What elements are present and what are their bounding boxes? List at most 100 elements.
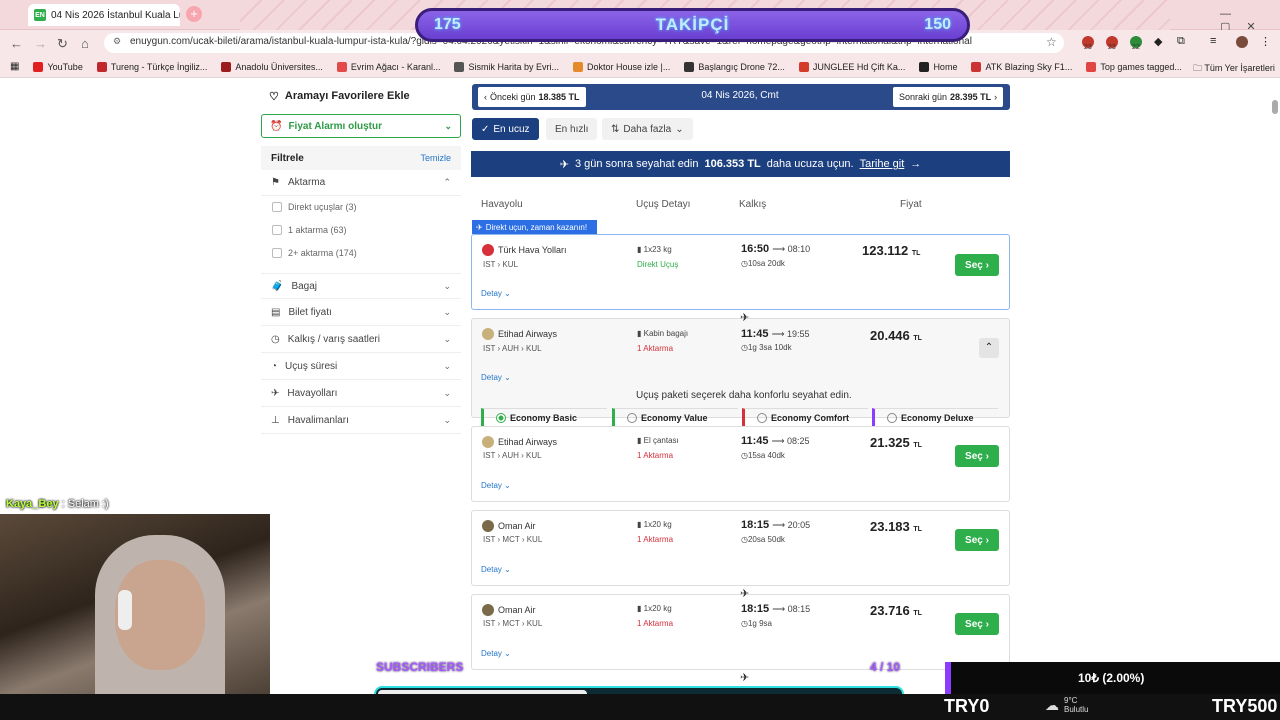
filter-section-duration[interactable]: ◔ Uçuş süresi ⌄: [261, 354, 461, 380]
select-button[interactable]: Seç ›: [955, 529, 999, 551]
bag-icon: ▮: [637, 436, 642, 445]
luggage-icon: ▮: [637, 604, 642, 613]
donation-goal-fill: [945, 662, 951, 694]
bookmark-item[interactable]: Doktor House izle |...: [572, 61, 670, 72]
profile-avatar[interactable]: [1236, 36, 1248, 48]
price-alarm-button[interactable]: ⏰ Fiyat Alarmı oluştur ⌄: [261, 114, 461, 138]
site-info-icon[interactable]: ⚙: [113, 36, 121, 47]
airline-name: Etihad Airways: [482, 436, 557, 448]
extension-icon[interactable]: ◆: [1154, 35, 1162, 48]
detail-toggle[interactable]: Detay ⌄: [481, 481, 511, 490]
clear-filters-link[interactable]: Temizle: [420, 153, 451, 163]
route: IST › AUH › KUL: [483, 344, 542, 353]
runway-icon: ⊥: [271, 415, 280, 426]
luggage-icon: 🧳: [271, 280, 284, 292]
price: 20.446 TL: [870, 328, 922, 343]
sort-more[interactable]: ⇅ Daha fazla ⌄: [602, 118, 693, 140]
airline-logo-icon: [482, 604, 494, 616]
filter-section-airports[interactable]: ⊥ Havalimanları ⌄: [261, 408, 461, 434]
filter-section-airlines[interactable]: ✈ Havayolları ⌄: [261, 381, 461, 407]
all-bookmarks[interactable]: 🗀 Tüm Yer İşaretleri: [1193, 61, 1275, 77]
filter-section-price[interactable]: ▤ Bilet fiyatı ⌄: [261, 300, 461, 326]
apps-grid-icon[interactable]: ▦: [10, 61, 19, 72]
plane-divider-icon: ✈: [740, 312, 750, 324]
menu-list-icon[interactable]: ≡: [1210, 35, 1216, 47]
selected-date: 04 Nis 2026, Cmt: [701, 90, 779, 101]
baggage: ▮ 1x20 kg: [637, 520, 672, 529]
reload-icon[interactable]: ↻: [57, 36, 68, 52]
previous-day-button[interactable]: ‹ Önceki gün 18.385 TL: [478, 87, 586, 107]
package-option-basic[interactable]: Economy Basic: [481, 408, 607, 426]
timer-icon: ◔: [271, 361, 278, 372]
col-detail: Uçuş Detayı: [636, 199, 691, 210]
filter-option-2-stops[interactable]: 2+ aktarma (174): [272, 248, 357, 258]
chevron-down-icon: ⌄: [675, 123, 684, 135]
bookmarks-bar: ▦ YouTube Tureng - Türkçe İngiliz... Ana…: [0, 56, 1280, 78]
filter-section-times[interactable]: ◷ Kalkış / varış saatleri ⌄: [261, 327, 461, 353]
stops: 1 Aktarma: [637, 451, 674, 460]
package-option-deluxe[interactable]: Economy Deluxe: [872, 408, 998, 426]
duration: ◷20sa 50dk: [741, 535, 785, 544]
next-day-button[interactable]: Sonraki gün 28.395 TL ›: [893, 87, 1004, 107]
extensions-puzzle-icon[interactable]: ⧉: [1177, 35, 1185, 48]
bookmark-item[interactable]: Top games tagged...: [1086, 61, 1182, 72]
stops: 1 Aktarma: [637, 344, 674, 353]
browser-tab[interactable]: EN 04 Nis 2026 İstanbul Kuala Lumpur ✕: [28, 4, 180, 26]
detail-toggle[interactable]: Detay ⌄: [481, 289, 511, 298]
filter-option-direct[interactable]: Direkt uçuşlar (3): [272, 202, 357, 212]
back-icon[interactable]: ←: [10, 36, 23, 51]
sort-cheapest[interactable]: ✓ En ucuz: [472, 118, 539, 140]
more-menu-icon[interactable]: ⋮: [1260, 35, 1271, 48]
bookmark-item[interactable]: Home: [919, 61, 957, 72]
bookmark-item[interactable]: Anadolu Üniversites...: [221, 61, 323, 72]
airline-logo-icon: [482, 520, 494, 532]
donation-min-label: TRY0: [944, 696, 990, 716]
detail-toggle[interactable]: Detay ⌄: [481, 565, 511, 574]
collapse-chevron-up-icon[interactable]: ⌃: [979, 338, 999, 358]
bookmark-item[interactable]: ATK Blazing Sky F1...: [971, 61, 1072, 72]
flight-times: 18:15 ⟶ 20:05: [741, 519, 811, 531]
col-airline: Havayolu: [481, 199, 523, 210]
plane-divider-icon: ✈: [740, 672, 750, 684]
chevron-down-icon: ⌄: [443, 307, 451, 317]
bookmark-item[interactable]: Başlangıç Drone 72...: [684, 61, 785, 72]
bookmark-item[interactable]: Evrim Ağacı - Karanl...: [336, 61, 440, 72]
add-favorite-button[interactable]: ♡ Aramayı Favorilere Ekle: [261, 84, 461, 108]
bookmark-item[interactable]: Sismik Harita by Evri...: [454, 61, 559, 72]
bookmark-item[interactable]: YouTube: [33, 61, 83, 72]
extension-badge: 22: [1132, 44, 1140, 51]
clock-icon: ◷: [271, 334, 280, 345]
sort-fastest[interactable]: En hızlı: [546, 118, 598, 140]
detail-toggle[interactable]: Detay ⌄: [481, 373, 511, 382]
filter-title: Filtrele: [271, 152, 304, 164]
go-to-date-link[interactable]: Tarihe git: [860, 158, 905, 170]
bookmark-star-icon[interactable]: ☆: [1046, 35, 1057, 49]
airline-name: Oman Air: [482, 604, 536, 616]
luggage-icon: ▮: [637, 520, 642, 529]
select-button[interactable]: Seç ›: [955, 445, 999, 467]
home-icon[interactable]: ⌂: [81, 36, 89, 51]
route: IST › KUL: [483, 260, 518, 269]
select-button[interactable]: Seç ›: [955, 254, 999, 276]
chevron-down-icon: ⌄: [444, 120, 452, 131]
bookmark-item[interactable]: JUNGLEE Hd Çift Ka...: [798, 61, 905, 72]
stops: Direkt Uçuş: [637, 260, 679, 269]
package-option-value[interactable]: Economy Value: [612, 408, 738, 426]
filter-option-1-stop[interactable]: 1 aktarma (63): [272, 225, 347, 235]
chevron-down-icon: ⌄: [443, 361, 451, 371]
select-button[interactable]: Seç ›: [955, 613, 999, 635]
new-tab-button[interactable]: +: [186, 6, 202, 22]
weather-widget[interactable]: ☁ 9°C Bulutlu: [1045, 696, 1088, 714]
page-scrollbar[interactable]: [1272, 100, 1278, 114]
flight-times: 18:15 ⟶ 08:15: [741, 603, 811, 615]
stops: 1 Aktarma: [637, 619, 674, 628]
filter-section-aktarma[interactable]: ⚑ Aktarma ⌃: [261, 170, 461, 196]
route: IST › AUH › KUL: [483, 451, 542, 460]
duration: ◷15sa 40dk: [741, 451, 785, 460]
forward-icon[interactable]: →: [34, 36, 47, 51]
detail-toggle[interactable]: Detay ⌄: [481, 649, 511, 658]
price: 23.716 TL: [870, 603, 922, 618]
package-option-comfort[interactable]: Economy Comfort: [742, 408, 868, 426]
bookmark-item[interactable]: Tureng - Türkçe İngiliz...: [96, 61, 207, 72]
filter-section-bagaj[interactable]: 🧳 Bagaj ⌄: [261, 273, 461, 299]
